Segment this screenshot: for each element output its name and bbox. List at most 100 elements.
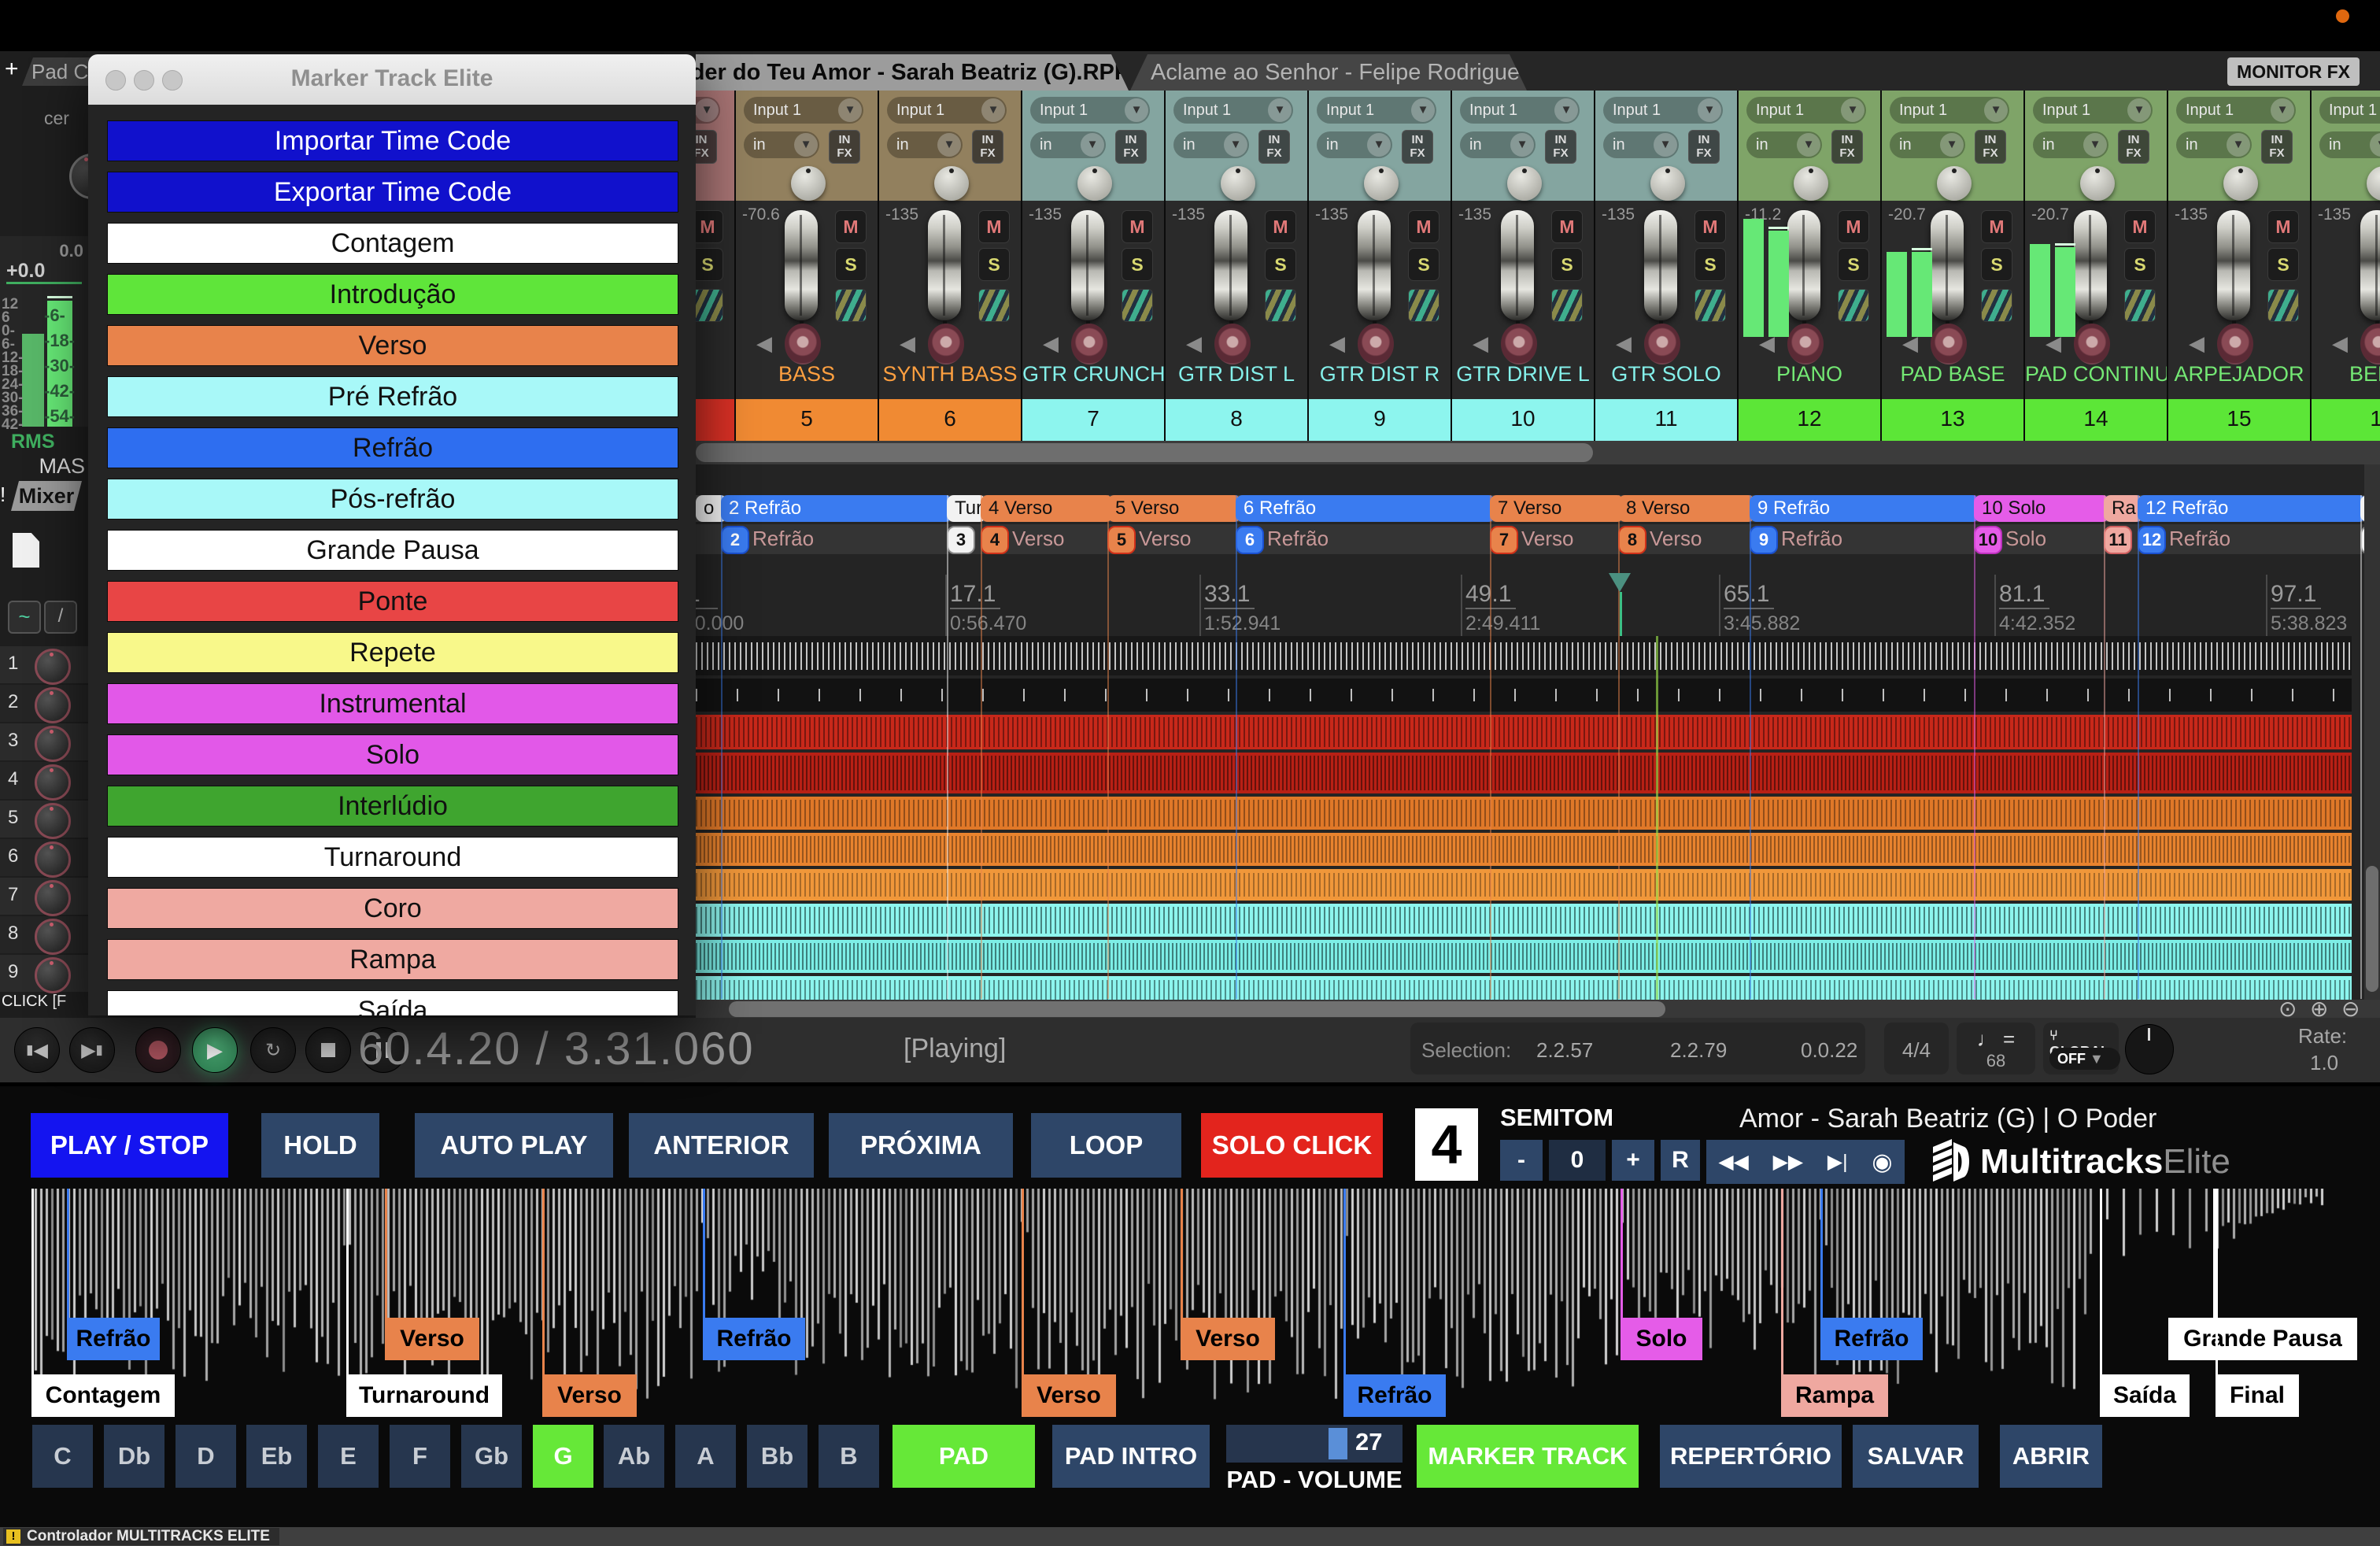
mixer-channel-pad-base[interactable]: Input 1▼in▼INFX-20.7MS◀PAD BASE13 — [1882, 91, 2025, 441]
chevron-down-icon[interactable]: ▼ — [1940, 133, 1964, 157]
volume-fader[interactable] — [1787, 210, 1820, 320]
channel-knob[interactable] — [1221, 166, 1255, 201]
input-fx-button[interactable]: INFX — [1688, 130, 1720, 164]
volume-fader[interactable] — [1931, 210, 1964, 320]
chevron-down-icon[interactable]: ▼ — [1125, 98, 1148, 122]
in-dropdown[interactable]: in▼ — [2176, 131, 2252, 158]
skip-song-button[interactable]: ▶| — [1828, 1150, 1848, 1174]
region-refrão[interactable]: 9 Refrão — [1750, 495, 1979, 522]
routing-button[interactable] — [1122, 289, 1153, 322]
channel-knob[interactable] — [934, 166, 969, 201]
key-button-eb[interactable]: Eb — [246, 1425, 307, 1488]
input-fx-button[interactable]: INFX — [972, 130, 1003, 164]
chevron-down-icon[interactable]: ▼ — [1654, 133, 1677, 157]
volume-fader[interactable] — [2074, 210, 2107, 320]
chevron-down-icon[interactable]: ▼ — [2083, 133, 2107, 157]
semitone-zero-button[interactable]: 0 — [1549, 1140, 1606, 1181]
waveform-marker-rampa[interactable]: Rampa — [1781, 1374, 1888, 1417]
pad-volume-slider[interactable]: 27 — [1226, 1425, 1402, 1463]
marker-button-turnaround[interactable]: Turnaround — [107, 837, 678, 878]
mute-button[interactable]: M — [835, 210, 867, 243]
marker-button-verso[interactable]: Verso — [107, 325, 678, 366]
chevron-down-icon[interactable]: ▼ — [1411, 98, 1435, 122]
mixer-channel-arpejador[interactable]: Input 1▼in▼INFX-135MS◀ARPEJADOR15 — [2168, 91, 2312, 441]
channel-knob[interactable] — [1364, 166, 1399, 201]
solo-button[interactable]: S — [2267, 248, 2299, 281]
arrange-scroll-thumb[interactable] — [729, 1001, 1665, 1017]
pan-knob[interactable] — [1931, 324, 1967, 364]
key-button-e[interactable]: E — [318, 1425, 379, 1488]
channel-knob[interactable] — [1077, 166, 1112, 201]
channel-number[interactable]: 15 — [2168, 399, 2310, 441]
input-dropdown[interactable]: Input 1▼ — [1173, 97, 1293, 124]
track-pan-knob[interactable] — [35, 726, 71, 762]
marker-button-grande-pausa[interactable]: Grande Pausa — [107, 530, 678, 571]
routing-button[interactable] — [696, 289, 723, 322]
mute-button[interactable]: M — [2267, 210, 2299, 243]
input-dropdown[interactable]: Input 1▼ — [1746, 97, 1866, 124]
channel-knob[interactable] — [1794, 166, 1828, 201]
input-dropdown[interactable]: Input 1▼ — [2033, 97, 2153, 124]
mute-button[interactable]: M — [2124, 210, 2156, 243]
input-dropdown[interactable]: Input 1▼ — [696, 97, 720, 124]
region-refrão[interactable]: 12 Refrão — [2138, 495, 2366, 522]
envelope-icon[interactable]: ~ — [8, 601, 41, 634]
edit-cursor-triangle[interactable] — [1609, 573, 1631, 592]
mixer-channel-piano[interactable]: Input 1▼in▼INFX-11.2MS◀PIANO12 — [1739, 91, 1882, 441]
input-dropdown[interactable]: Input 1▼ — [1030, 97, 1150, 124]
channel-number[interactable]: 12 — [1739, 399, 1880, 441]
track-pan-knob[interactable] — [35, 919, 71, 955]
marker-number[interactable]: 11 — [2104, 526, 2132, 554]
volume-fader[interactable] — [1071, 210, 1104, 320]
in-dropdown[interactable]: in▼ — [2033, 131, 2108, 158]
volume-fader[interactable] — [785, 210, 818, 320]
marker-number[interactable]: 5 — [1107, 526, 1136, 554]
marker-number[interactable]: 7 — [1490, 526, 1518, 554]
track-row[interactable]: 5 — [0, 801, 88, 838]
region-verso[interactable]: 4 Verso — [981, 495, 1113, 522]
chevron-down-icon[interactable]: ▼ — [1984, 98, 2008, 122]
track-row[interactable]: 8 — [0, 916, 88, 953]
chevron-down-icon[interactable]: ▼ — [2127, 98, 2151, 122]
region-verso[interactable]: 5 Verso — [1107, 495, 1241, 522]
channel-knob[interactable] — [1507, 166, 1542, 201]
mute-button[interactable]: M — [1551, 210, 1583, 243]
mixer-channel-synth-bass[interactable]: Input 1▼in▼INFX-135MS◀SYNTH BASS6 — [879, 91, 1022, 441]
pan-knob[interactable] — [2217, 324, 2253, 364]
volume-fader[interactable] — [2217, 210, 2250, 320]
routing-button[interactable] — [1551, 289, 1583, 322]
waveform-marker-grande-pausa[interactable]: Grande Pausa — [2168, 1318, 2357, 1360]
mixer-channel-gtr-dist-l[interactable]: Input 1▼in▼INFX-135MS◀GTR DIST L8 — [1166, 91, 1309, 441]
marker-button-instrumental[interactable]: Instrumental — [107, 683, 678, 724]
chevron-down-icon[interactable]: ▼ — [1841, 98, 1864, 122]
pad-volume-handle[interactable] — [1329, 1428, 1347, 1459]
track-row[interactable]: 3 — [0, 723, 88, 760]
waveform-marker-refrão[interactable]: Refrão — [703, 1318, 805, 1360]
track-row[interactable]: 4 — [0, 762, 88, 799]
controller-button-hold[interactable]: HOLD — [261, 1113, 379, 1178]
routing-button[interactable] — [2267, 289, 2299, 322]
marker-button-saída[interactable]: Saída — [107, 990, 678, 1015]
song-waveform[interactable]: RefrãoVersoRefrãoVersoSoloRefrãoGrande P… — [24, 1189, 2353, 1433]
marker-track-button[interactable]: MARKER TRACK — [1417, 1425, 1639, 1488]
region-refrão[interactable]: 2 Refrão — [721, 495, 952, 522]
in-dropdown[interactable]: in▼ — [1460, 131, 1536, 158]
repeat-button[interactable]: ↻ — [250, 1027, 296, 1073]
pan-knob[interactable] — [1501, 324, 1537, 364]
mixer-tab[interactable]: Mixer — [11, 481, 82, 511]
semitone-plus-button[interactable]: + — [1612, 1140, 1654, 1181]
selection-end[interactable]: 2.2.79 — [1670, 1038, 1727, 1063]
controller-button-loop[interactable]: LOOP — [1031, 1113, 1181, 1178]
key-button-d[interactable]: D — [176, 1425, 236, 1488]
zoom-out-icon[interactable]: ⊖ — [2341, 996, 2360, 1018]
chevron-down-icon[interactable]: ▼ — [1224, 133, 1247, 157]
marker-button-interlúdio[interactable]: Interlúdio — [107, 786, 678, 827]
in-dropdown[interactable]: in▼ — [1603, 131, 1679, 158]
input-fx-button[interactable]: INFX — [1545, 130, 1576, 164]
chevron-down-icon[interactable]: ▼ — [1268, 98, 1292, 122]
waveform-marker-contagem[interactable]: Contagem — [31, 1374, 175, 1417]
key-button-bb[interactable]: Bb — [747, 1425, 808, 1488]
pan-knob[interactable] — [1214, 324, 1251, 364]
master-track-tab[interactable]: Pad C — [22, 57, 98, 86]
key-button-f[interactable]: F — [390, 1425, 450, 1488]
